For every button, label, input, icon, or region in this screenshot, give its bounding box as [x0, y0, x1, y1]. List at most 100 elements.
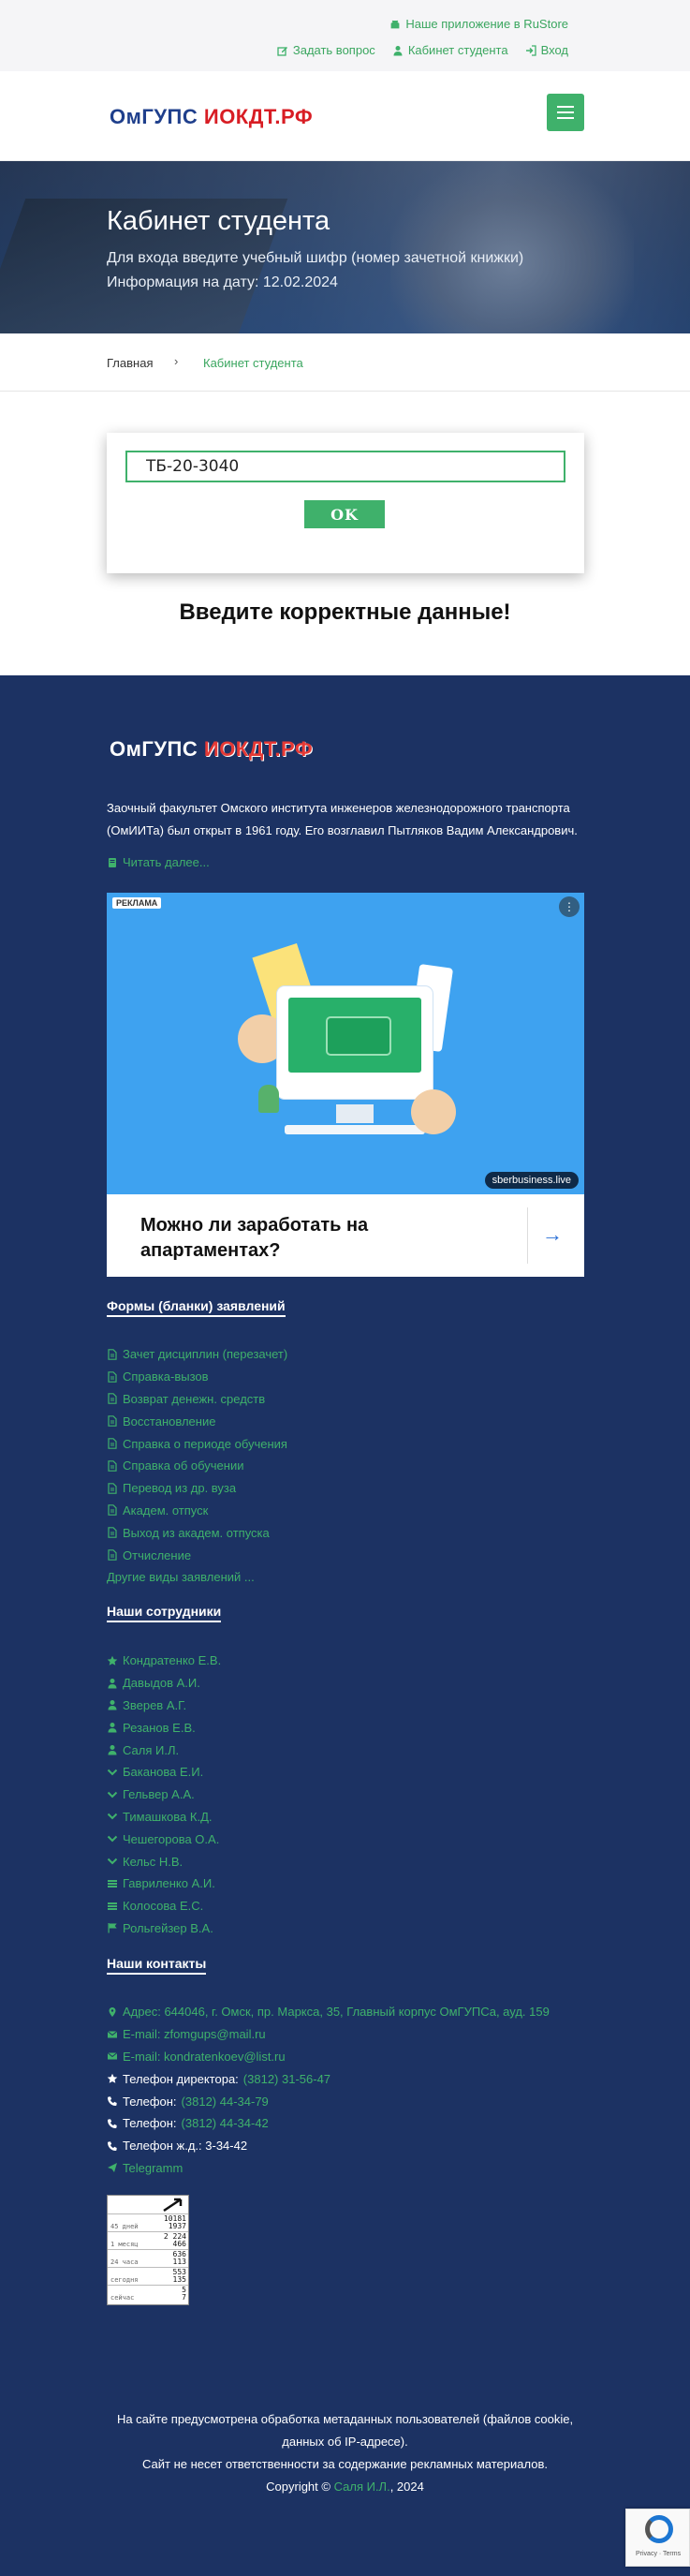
file-icon [108, 1438, 117, 1449]
login-link[interactable]: Вход [525, 43, 568, 57]
staff-list: Кондратенко Е.В. Давыдов А.И. Зверев А.Г. Р… [107, 1650, 221, 1939]
ad-menu-icon[interactable]: ⋮ [559, 896, 580, 917]
staff-member-link[interactable]: Баканова Е.И. [107, 1761, 221, 1784]
student-cabinet-label: Кабинет студента [407, 43, 508, 57]
file-icon [108, 1370, 117, 1383]
advertisement-banner[interactable]: РЕКЛАМА ⋮ sberbusiness.live Можно ли зар… [107, 893, 584, 1277]
user-icon [393, 45, 403, 55]
form-link[interactable]: Справка-вызов [107, 1366, 287, 1388]
form-link[interactable]: Справка о периоде обучения [107, 1432, 287, 1455]
file-icon [108, 1415, 117, 1428]
breadcrumb-home-link[interactable]: Главная [107, 356, 153, 370]
form-link[interactable]: Перевод из др. вуза [107, 1477, 287, 1500]
file-icon [108, 1460, 117, 1472]
form-link-label: Справка об обучении [123, 1458, 244, 1473]
file-icon [108, 1549, 117, 1561]
contact-email[interactable]: E-mail: zfomgups@mail.ru [107, 2023, 550, 2046]
file-icon [108, 1349, 117, 1360]
form-link[interactable]: Отчисление [107, 1544, 287, 1566]
menu-toggle-button[interactable] [547, 94, 584, 131]
contact-telegram[interactable]: Telegramm [107, 2157, 550, 2180]
chevron-down-icon [107, 1858, 118, 1865]
paper-plane-icon [108, 2163, 117, 2173]
ad-bank-card [326, 1016, 391, 1056]
cipher-input[interactable] [125, 451, 565, 482]
ad-monitor-illustration [277, 986, 433, 1099]
arrow-right-icon[interactable]: → [542, 1222, 563, 1247]
forms-list: Зачет дисциплин (перезачет) Справка-вызов… [107, 1343, 287, 1589]
android-icon [390, 20, 400, 28]
hamburger-icon-bar [557, 106, 574, 108]
page-hero: Кабинет студента Для входа введите учебн… [0, 161, 690, 333]
visitor-counter[interactable]: 45 дней 10181 1937 1 месяц 2 224 466 24 часа 63… [107, 2195, 189, 2305]
other-forms-link[interactable]: Другие виды заявлений ... [107, 1566, 287, 1589]
counter-period-label: 24 часа [110, 2258, 139, 2266]
director-phone-link[interactable]: (3812) 31-56-47 [243, 2072, 330, 2086]
director-phone-label: Телефон директора: [123, 2071, 239, 2086]
staff-member-link[interactable]: Резанов Е.В. [107, 1716, 221, 1739]
counter-visitors: 7 [182, 2293, 186, 2302]
form-link-label: Справка-вызов [123, 1369, 209, 1384]
staff-member-name: Саля И.Л. [123, 1742, 180, 1757]
contact-email[interactable]: E-mail: kondratenkoev@list.ru [107, 2046, 550, 2068]
forms-title: Формы (бланки) заявлений [107, 1298, 286, 1317]
envelope-icon [107, 2030, 118, 2038]
site-header: ОмГУПС ИОКДТ.РФ [0, 71, 690, 161]
copyright-author-link[interactable]: Саля И.Л. [334, 2480, 390, 2494]
ad-divider [527, 1207, 528, 1264]
recaptcha-privacy-terms[interactable]: Privacy · Terms [636, 2551, 681, 2557]
user-icon [108, 1745, 117, 1755]
student-cabinet-link[interactable]: Кабинет студента [392, 43, 508, 57]
ask-question-link[interactable]: Задать вопрос [277, 43, 375, 57]
staff-member-link[interactable]: Кондратенко Е.В. [107, 1650, 221, 1672]
staff-member-link[interactable]: Колосова Е.С. [107, 1895, 221, 1917]
site-logo[interactable]: ОмГУПС ИОКДТ.РФ [110, 105, 313, 129]
arrow-icon [163, 2198, 183, 2213]
copyright: Copyright © Саля И.Л., 2024 [0, 2476, 690, 2498]
ok-button[interactable]: OK [304, 500, 385, 528]
staff-member-link[interactable]: Чешегорова О.А. [107, 1828, 221, 1850]
staff-member-link[interactable]: Гавриленко А.И. [107, 1873, 221, 1895]
staff-member-link[interactable]: Гельвер А.А. [107, 1784, 221, 1806]
list-icon [108, 1879, 117, 1888]
form-link[interactable]: Академ. отпуск [107, 1500, 287, 1522]
staff-member-link[interactable]: Давыдов А.И. [107, 1672, 221, 1695]
ad-monitor-stand [336, 1104, 374, 1123]
form-link-label: Перевод из др. вуза [123, 1481, 237, 1496]
phone-link[interactable]: (3812) 44-34-42 [182, 2116, 269, 2130]
contact-address: Адрес: 644046, г. Омск, пр. Маркса, 35, … [107, 2001, 550, 2023]
ad-brand-badge[interactable]: sberbusiness.live [484, 1172, 579, 1189]
counter-period-label: сейчас [110, 2294, 135, 2302]
footer-logo[interactable]: ОмГУПС ИОКДТ.РФ [110, 737, 313, 762]
staff-member-name: Баканова Е.И. [123, 1765, 204, 1780]
staff-member-link[interactable]: Тимашкова К.Д. [107, 1806, 221, 1828]
staff-member-link[interactable]: Кельс Н.В. [107, 1850, 221, 1873]
staff-member-link[interactable]: Зверев А.Г. [107, 1695, 221, 1717]
staff-member-link[interactable]: Саля И.Л. [107, 1739, 221, 1761]
top-links: Задать вопрос Кабинет студента Вход [277, 43, 568, 57]
phone-icon [108, 2119, 117, 2128]
form-link[interactable]: Восстановление [107, 1410, 287, 1432]
chevron-down-icon [107, 1836, 118, 1843]
read-more-link[interactable]: Читать далее... [107, 855, 210, 869]
form-link-label: Отчисление [123, 1547, 192, 1562]
ad-caption: Можно ли заработать на апартаментах? [140, 1215, 369, 1261]
staff-member-name: Чешегорова О.А. [123, 1831, 220, 1846]
counter-period-label: сегодня [110, 2276, 139, 2284]
form-link[interactable]: Возврат денежн. средств [107, 1388, 287, 1411]
rustore-app-link[interactable]: Наше приложение в RuStore [389, 17, 568, 31]
form-link-label: Зачет дисциплин (перезачет) [123, 1347, 288, 1362]
breadcrumb-current: Кабинет студента [203, 356, 303, 370]
ad-image: РЕКЛАМА ⋮ sberbusiness.live [107, 893, 584, 1194]
file-icon [108, 1527, 117, 1539]
breadcrumb-separator-icon: › [174, 354, 179, 368]
recaptcha-badge[interactable]: Privacy · Terms [625, 2509, 690, 2567]
form-link-label: Восстановление [123, 1414, 216, 1429]
staff-member-link[interactable]: Рольгейзер В.А. [107, 1917, 221, 1940]
form-link[interactable]: Зачет дисциплин (перезачет) [107, 1343, 287, 1366]
telegram-label: Telegramm [123, 2160, 184, 2175]
counter-visitors: 135 [172, 2275, 186, 2284]
form-link[interactable]: Выход из академ. отпуска [107, 1521, 287, 1544]
form-link[interactable]: Справка об обучении [107, 1455, 287, 1477]
phone-link[interactable]: (3812) 44-34-79 [182, 2095, 269, 2109]
